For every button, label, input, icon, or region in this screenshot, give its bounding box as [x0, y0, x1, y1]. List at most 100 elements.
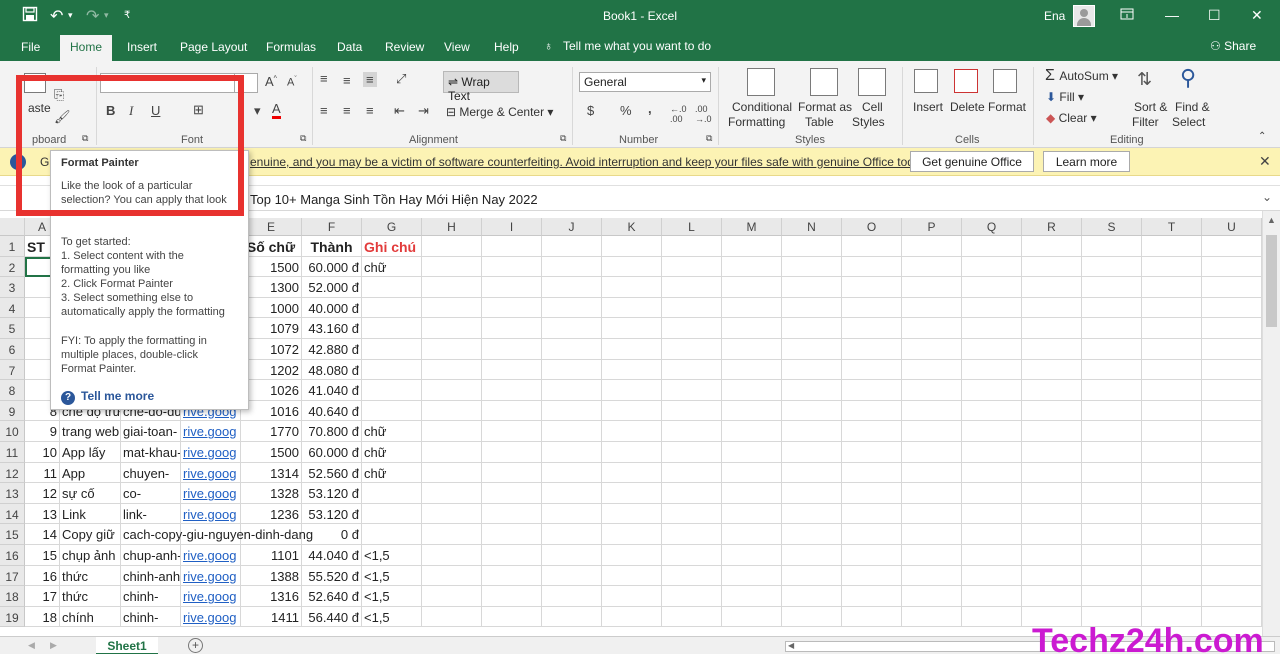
cell[interactable]: [1022, 359, 1082, 381]
column-header-m[interactable]: M: [722, 218, 782, 236]
data-cell-d[interactable]: rive.goog: [181, 545, 241, 566]
data-cell-d[interactable]: rive.goog: [181, 586, 241, 607]
cell[interactable]: [842, 606, 902, 628]
decrease-decimal-icon[interactable]: .00 →.0: [695, 104, 712, 124]
tab-insert[interactable]: Insert: [127, 40, 157, 54]
row-header[interactable]: 10: [0, 421, 25, 442]
cell[interactable]: [422, 277, 482, 298]
row-header[interactable]: 11: [0, 442, 25, 463]
cell[interactable]: [362, 483, 422, 504]
cell[interactable]: [842, 297, 902, 319]
cell[interactable]: [662, 545, 722, 566]
data-cell-f[interactable]: 40.000 đ: [302, 297, 362, 319]
cell[interactable]: [782, 339, 842, 360]
data-cell-e[interactable]: 1411: [241, 606, 302, 628]
row-header[interactable]: 5: [0, 318, 25, 339]
increase-font-icon[interactable]: A^: [265, 74, 277, 89]
middle-align-icon[interactable]: ≡: [343, 73, 351, 88]
cell[interactable]: [542, 565, 602, 587]
cell[interactable]: [722, 565, 782, 587]
cell[interactable]: [662, 359, 722, 381]
data-cell-e[interactable]: 1101: [241, 545, 302, 566]
column-header-e[interactable]: E: [241, 218, 302, 236]
data-cell-e[interactable]: 1388: [241, 565, 302, 587]
cell[interactable]: [482, 606, 542, 628]
cell[interactable]: [722, 462, 782, 484]
cell[interactable]: [782, 524, 842, 545]
cell[interactable]: [1082, 339, 1142, 360]
cell[interactable]: [722, 545, 782, 566]
row-header[interactable]: 9: [0, 400, 25, 422]
cell[interactable]: [962, 236, 1022, 257]
cell[interactable]: [1142, 503, 1202, 525]
cell[interactable]: [662, 400, 722, 422]
row-header[interactable]: 2: [0, 256, 25, 278]
format-cells-label[interactable]: Format: [988, 100, 1026, 114]
cell[interactable]: [422, 318, 482, 339]
avatar[interactable]: [1073, 5, 1095, 27]
cell[interactable]: [962, 565, 1022, 587]
comma-icon[interactable]: ,: [648, 101, 652, 116]
tab-home[interactable]: Home: [60, 35, 113, 61]
cell[interactable]: [482, 524, 542, 545]
data-cell-b[interactable]: trang web: [60, 421, 121, 442]
align-left-icon[interactable]: ≡: [320, 103, 328, 118]
cell[interactable]: [362, 277, 422, 298]
row-header[interactable]: 15: [0, 524, 25, 545]
row-header[interactable]: 7: [0, 359, 25, 381]
close-banner-icon[interactable]: ✕: [1259, 153, 1271, 170]
cell[interactable]: [842, 380, 902, 401]
cell[interactable]: [662, 256, 722, 278]
format-cells-icon[interactable]: [993, 69, 1017, 93]
cell[interactable]: [722, 524, 782, 545]
user-name[interactable]: Ena: [1044, 9, 1065, 23]
cell[interactable]: [542, 586, 602, 607]
cell[interactable]: [1202, 462, 1262, 484]
data-cell-c[interactable]: chuyen-: [121, 462, 181, 484]
cell[interactable]: [722, 236, 782, 257]
cell[interactable]: [422, 380, 482, 401]
cell[interactable]: [1202, 565, 1262, 587]
data-cell-b[interactable]: chụp ảnh: [60, 545, 121, 566]
column-header-l[interactable]: L: [662, 218, 722, 236]
cell[interactable]: [602, 400, 662, 422]
tab-view[interactable]: View: [444, 40, 470, 54]
tell-me-more-link[interactable]: ? Tell me more: [61, 389, 154, 405]
column-header-q[interactable]: Q: [962, 218, 1022, 236]
find-select-icon[interactable]: ⚲: [1180, 65, 1196, 91]
data-cell-b[interactable]: thức: [60, 586, 121, 607]
data-cell-e[interactable]: 1500: [241, 256, 302, 278]
cell[interactable]: [422, 359, 482, 381]
cell-styles-label[interactable]: Cell: [862, 100, 883, 114]
cell[interactable]: [482, 565, 542, 587]
maximize-icon[interactable]: ☐: [1208, 7, 1221, 24]
data-cell-g[interactable]: chữ: [362, 421, 422, 442]
data-cell-f[interactable]: 53.120 đ: [302, 483, 362, 504]
cell[interactable]: [902, 606, 962, 628]
data-cell-b[interactable]: chính: [60, 606, 121, 628]
data-cell-d[interactable]: rive.goog: [181, 606, 241, 628]
cell[interactable]: [1202, 503, 1262, 525]
scroll-up-icon[interactable]: ▲: [1267, 215, 1276, 225]
format-as-table-label2[interactable]: Table: [805, 115, 834, 129]
cell[interactable]: [602, 277, 662, 298]
cell[interactable]: [602, 380, 662, 401]
cell[interactable]: [1142, 277, 1202, 298]
cell[interactable]: [422, 297, 482, 319]
cell[interactable]: [842, 421, 902, 442]
cell[interactable]: [1022, 277, 1082, 298]
insert-cells-label[interactable]: Insert: [913, 100, 943, 114]
cell[interactable]: [482, 503, 542, 525]
tab-review[interactable]: Review: [385, 40, 424, 54]
row-header[interactable]: 6: [0, 339, 25, 360]
autosum-button[interactable]: Σ AutoSum ▾: [1045, 67, 1118, 85]
cell[interactable]: [722, 359, 782, 381]
data-cell-a[interactable]: 13: [25, 503, 60, 525]
cell[interactable]: [1022, 380, 1082, 401]
cell[interactable]: [1022, 400, 1082, 422]
sort-filter-label2[interactable]: Filter: [1132, 115, 1159, 129]
cell[interactable]: [842, 236, 902, 257]
column-header-h[interactable]: H: [422, 218, 482, 236]
merge-center-button[interactable]: ⊟ Merge & Center ▾: [446, 105, 553, 119]
cell[interactable]: [1022, 586, 1082, 607]
